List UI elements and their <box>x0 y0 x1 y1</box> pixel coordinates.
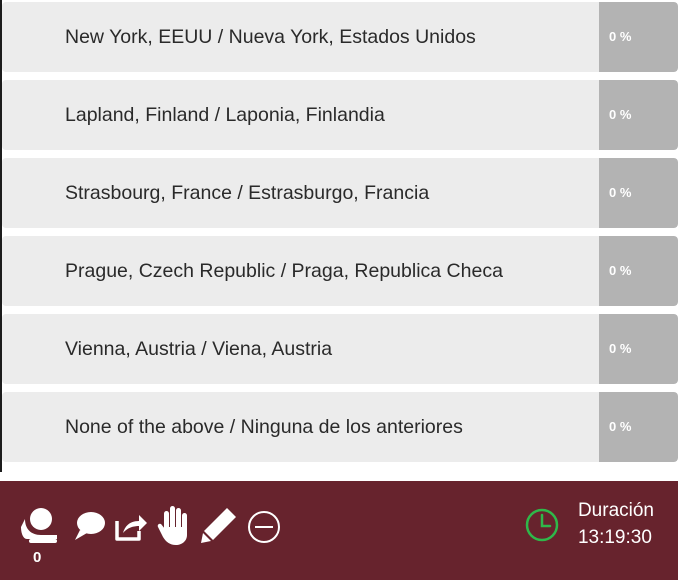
option-label: New York, EEUU / Nueva York, Estados Uni… <box>65 26 476 48</box>
option-label: Strasbourg, France / Estrasburgo, Franci… <box>65 182 430 204</box>
chat-icon[interactable] <box>72 508 108 544</box>
option-label: Prague, Czech Republic / Praga, Republic… <box>65 260 503 282</box>
option-percent-box: 0 % <box>599 158 678 228</box>
participants-count: 0 <box>33 549 42 566</box>
poll-results-screen: New York, EEUU / Nueva York, Estados Uni… <box>0 0 678 580</box>
option-percent-box: 0 % <box>599 314 678 384</box>
option-percent: 0 % <box>609 107 632 122</box>
option-percent-box: 0 % <box>599 2 678 72</box>
option-percent: 0 % <box>609 185 632 200</box>
option-percent: 0 % <box>609 263 632 278</box>
poll-option[interactable]: None of the above / Ninguna de los anter… <box>2 392 678 462</box>
option-label: Vienna, Austria / Viena, Austria <box>65 338 333 360</box>
option-percent: 0 % <box>609 419 632 434</box>
participants-icon[interactable] <box>17 503 61 547</box>
pencil-icon[interactable] <box>199 505 239 545</box>
duration-display: Duración 13:19:30 <box>578 497 654 551</box>
option-label: None of the above / Ninguna de los anter… <box>65 416 463 438</box>
duration-time: 13:19:30 <box>577 527 652 548</box>
clock-icon <box>525 508 559 542</box>
poll-option[interactable]: New York, EEUU / Nueva York, Estados Uni… <box>2 2 678 72</box>
poll-option[interactable]: Lapland, Finland / Laponia, Finlandia 0 … <box>2 80 678 150</box>
share-icon[interactable] <box>113 511 149 543</box>
raise-hand-icon[interactable] <box>156 503 192 547</box>
poll-option[interactable]: Strasbourg, France / Estrasburgo, Franci… <box>2 158 678 228</box>
option-percent-box: 0 % <box>599 80 678 150</box>
minus-circle-icon[interactable] <box>246 509 282 545</box>
poll-option[interactable]: Prague, Czech Republic / Praga, Republic… <box>2 236 678 306</box>
option-percent-box: 0 % <box>599 236 678 306</box>
poll-option[interactable]: Vienna, Austria / Viena, Austria 0 % <box>2 314 678 384</box>
option-percent: 0 % <box>609 29 632 44</box>
option-percent-box: 0 % <box>599 392 678 462</box>
duration-label: Duración <box>577 500 654 521</box>
option-label: Lapland, Finland / Laponia, Finlandia <box>65 104 385 126</box>
option-percent: 0 % <box>609 341 632 356</box>
bottom-toolbar: 0 Duración 13:19:30 <box>0 481 678 580</box>
poll-options-list: New York, EEUU / Nueva York, Estados Uni… <box>2 2 678 470</box>
